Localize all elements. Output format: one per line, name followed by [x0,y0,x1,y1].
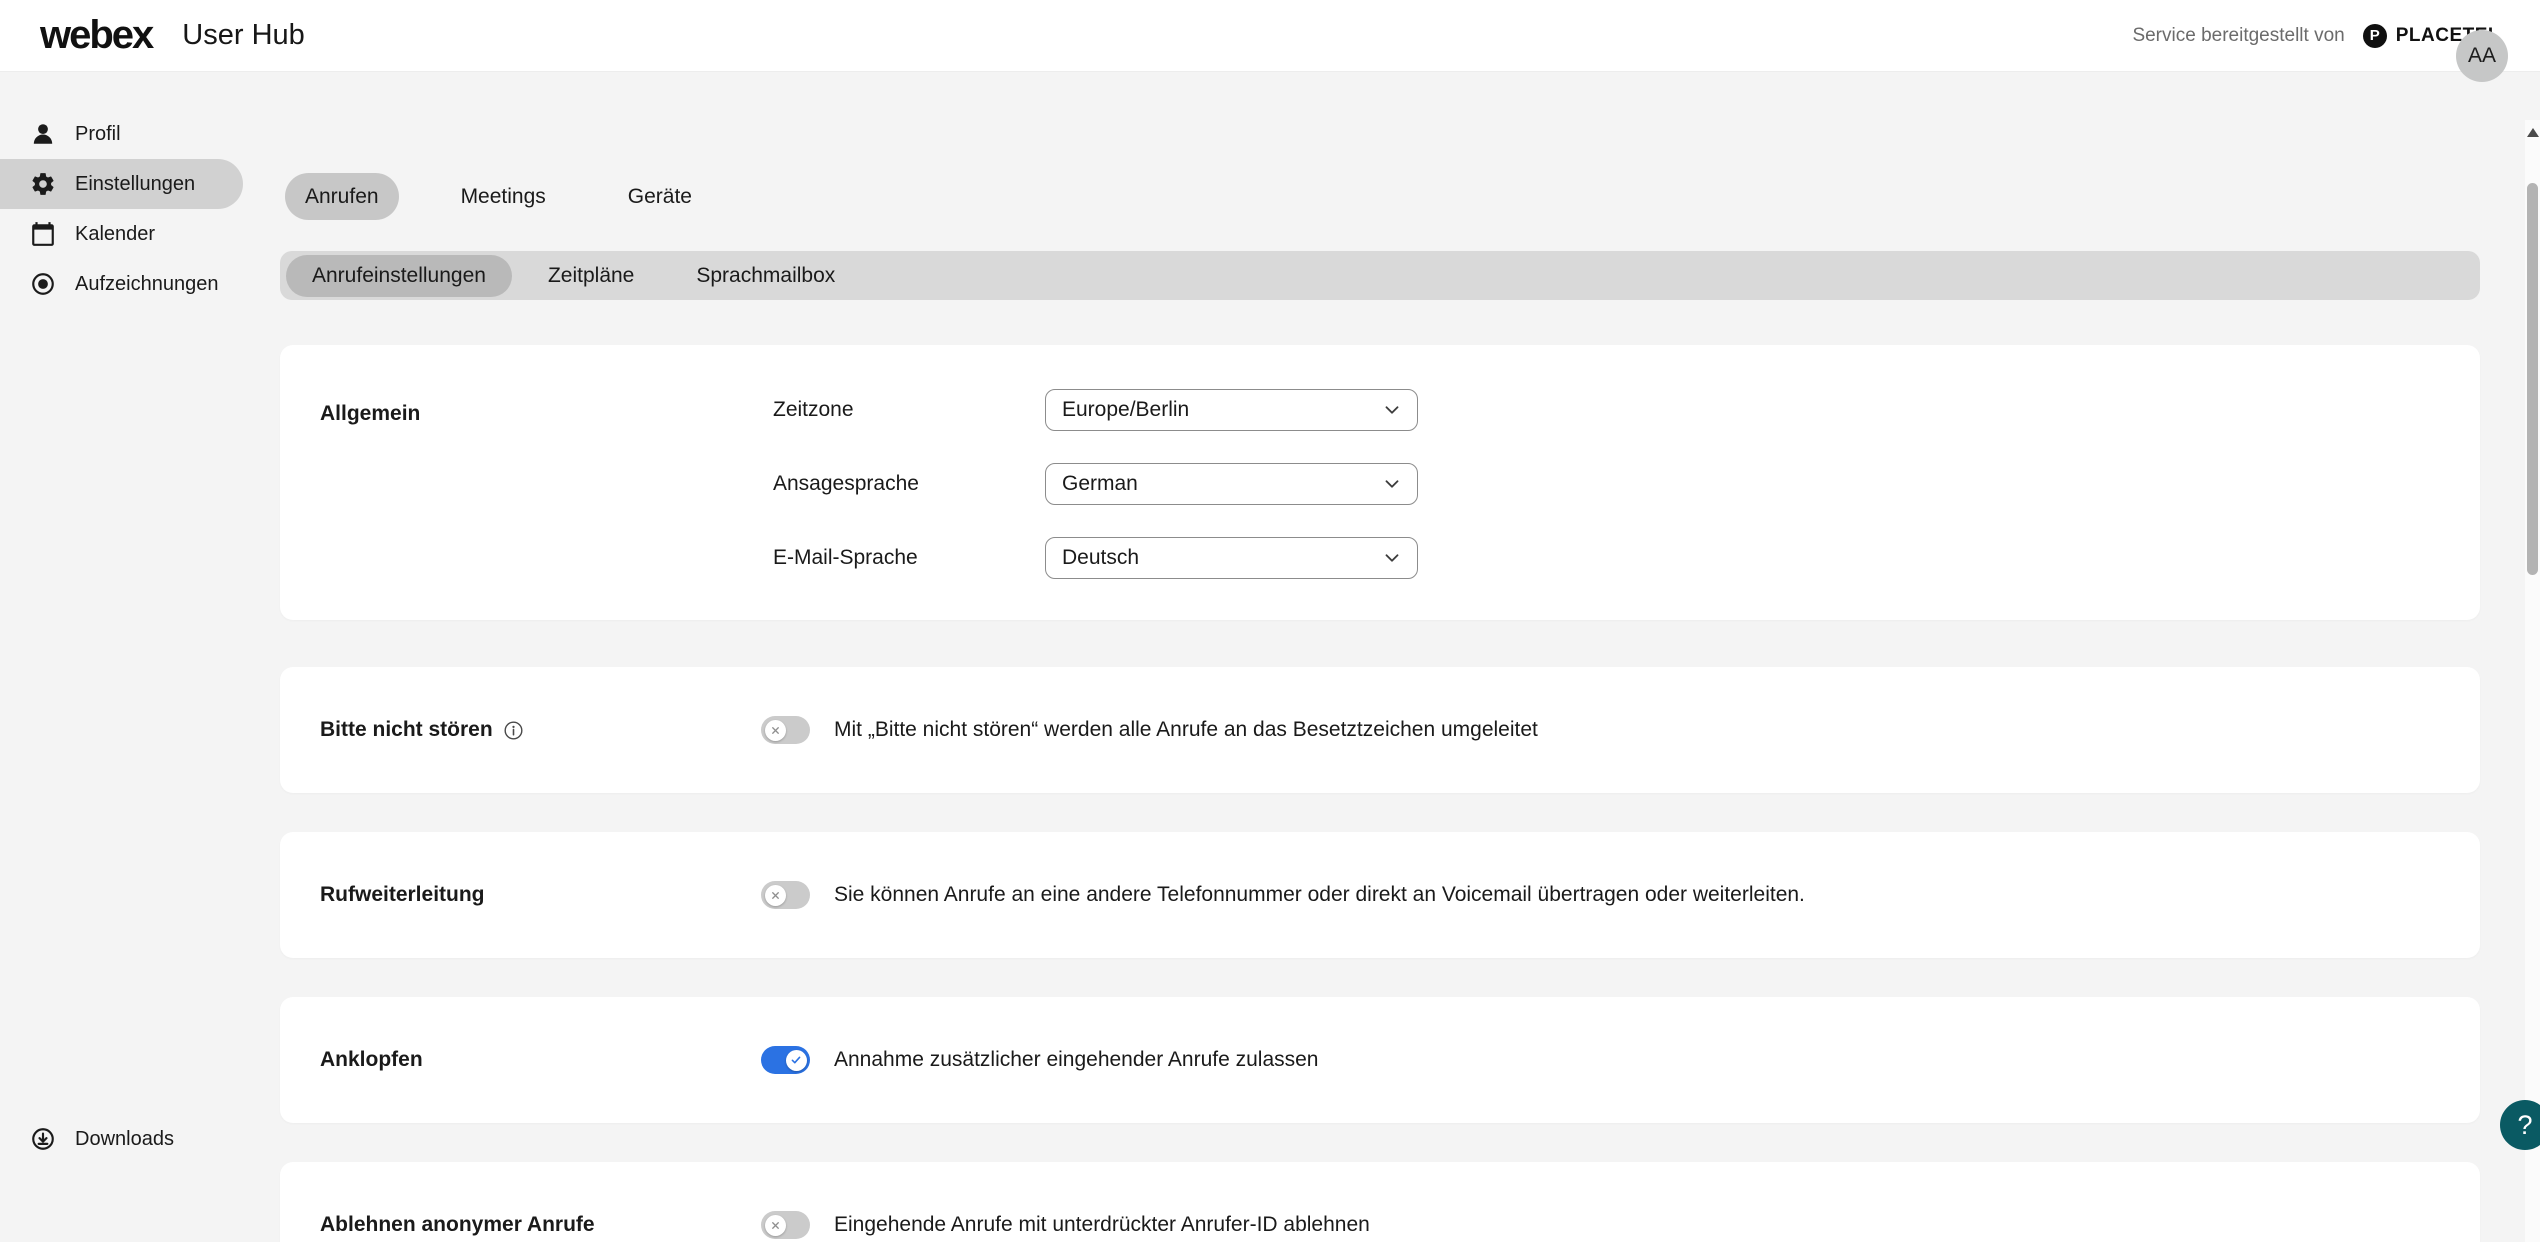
setting-description: Eingehende Anrufe mit unterdrückter Anru… [834,1213,1370,1237]
sub-tabs-bar: Anrufeinstellungen Zeitpläne Sprachmailb… [280,251,2480,300]
tab-anrufen[interactable]: Anrufen [285,173,399,220]
toggle-thumb [765,720,786,741]
sidebar-item-profil[interactable]: Profil [0,109,243,159]
app-title: User Hub [182,19,305,52]
field-label: Zeitzone [773,398,1045,422]
general-settings-card: Allgemein Zeitzone Europe/Berlin Ansages… [280,345,2480,620]
setting-title: Bitte nicht stören [320,718,761,742]
sidebar-item-label: Profil [75,123,121,146]
toggle-thumb [765,885,786,906]
subtab-anrufeinstellungen[interactable]: Anrufeinstellungen [286,255,512,297]
field-row-email-sprache: E-Mail-Sprache Deutsch [773,537,1418,579]
section-title-allgemein: Allgemein [320,389,773,620]
sidebar-item-einstellungen[interactable]: Einstellungen [0,159,243,209]
placetel-logo-icon: P [2363,24,2387,48]
scrollbar-thumb[interactable] [2527,183,2538,575]
sidebar-item-label: Aufzeichnungen [75,273,218,296]
chevron-down-icon [1381,399,1403,421]
call-forwarding-toggle[interactable] [761,881,810,909]
select-value: German [1062,472,1138,496]
setting-title-text: Rufweiterleitung [320,883,485,907]
dnd-toggle[interactable] [761,716,810,744]
select-value: Deutsch [1062,546,1139,570]
setting-description: Annahme zusätzlicher eingehender Anrufe … [834,1048,1318,1072]
record-icon [30,271,56,297]
tab-geraete[interactable]: Geräte [608,173,712,220]
sidebar: Profil Einstellungen Kalender Aufzeichnu… [0,72,280,1242]
setting-title: Anklopfen [320,1048,761,1072]
anonymous-call-rejection-toggle[interactable] [761,1211,810,1239]
header-right: Service bereitgestellt von P PLACETEL [2132,24,2500,48]
announcement-language-select[interactable]: German [1045,463,1418,505]
anonymous-call-rejection-setting-card: Ablehnen anonymer Anrufe Eingehende Anru… [280,1162,2480,1242]
general-fields: Zeitzone Europe/Berlin Ansagesprache Ger… [773,389,1418,620]
top-header: webex User Hub Service bereitgestellt vo… [0,0,2540,72]
setting-title-text: Bitte nicht stören [320,718,493,742]
field-label: E-Mail-Sprache [773,546,1045,570]
sidebar-item-label: Downloads [75,1128,174,1151]
sidebar-item-downloads[interactable]: Downloads [0,1114,243,1164]
service-provided-text: Service bereitgestellt von [2132,25,2344,47]
field-row-ansagesprache: Ansagesprache German [773,463,1418,505]
chevron-down-icon [1381,547,1403,569]
setting-description: Sie können Anrufe an eine andere Telefon… [834,883,1805,907]
setting-title: Rufweiterleitung [320,883,761,907]
chevron-down-icon [1381,473,1403,495]
scrollbar-track[interactable] [2525,120,2540,1242]
top-tabs: Anrufen Meetings Geräte [285,173,2540,220]
call-waiting-toggle[interactable] [761,1046,810,1074]
toggle-thumb [765,1215,786,1236]
sidebar-item-kalender[interactable]: Kalender [0,209,243,259]
sidebar-item-aufzeichnungen[interactable]: Aufzeichnungen [0,259,243,309]
download-icon [30,1126,56,1152]
tab-meetings[interactable]: Meetings [441,173,566,220]
info-icon[interactable] [503,720,524,741]
page-layout: Profil Einstellungen Kalender Aufzeichnu… [0,72,2540,1242]
timezone-select[interactable]: Europe/Berlin [1045,389,1418,431]
setting-title-text: Anklopfen [320,1048,423,1072]
call-waiting-setting-card: Anklopfen Annahme zusätzlicher eingehend… [280,997,2480,1123]
webex-logo[interactable]: webex [40,13,152,58]
sidebar-item-label: Einstellungen [75,173,195,196]
setting-title-text: Ablehnen anonymer Anrufe [320,1213,595,1237]
sidebar-item-label: Kalender [75,223,155,246]
scroll-up-arrow-icon[interactable] [2527,128,2539,137]
setting-title: Ablehnen anonymer Anrufe [320,1213,761,1237]
brand: webex User Hub [40,13,305,58]
select-value: Europe/Berlin [1062,398,1189,422]
avatar[interactable]: AA [2456,30,2508,82]
subtab-zeitplaene[interactable]: Zeitpläne [522,255,660,297]
profile-icon [30,121,56,147]
subtab-sprachmailbox[interactable]: Sprachmailbox [670,255,861,297]
email-language-select[interactable]: Deutsch [1045,537,1418,579]
main-content: AA Anrufen Meetings Geräte Anrufeinstell… [280,72,2540,1242]
call-forwarding-setting-card: Rufweiterleitung Sie können Anrufe an ei… [280,832,2480,958]
gear-icon [30,171,56,197]
field-row-zeitzone: Zeitzone Europe/Berlin [773,389,1418,431]
setting-description: Mit „Bitte nicht stören“ werden alle Anr… [834,718,1538,742]
field-label: Ansagesprache [773,472,1045,496]
dnd-setting-card: Bitte nicht stören Mit „Bitte nicht stör… [280,667,2480,793]
calendar-icon [30,221,56,247]
toggle-thumb [786,1050,807,1071]
